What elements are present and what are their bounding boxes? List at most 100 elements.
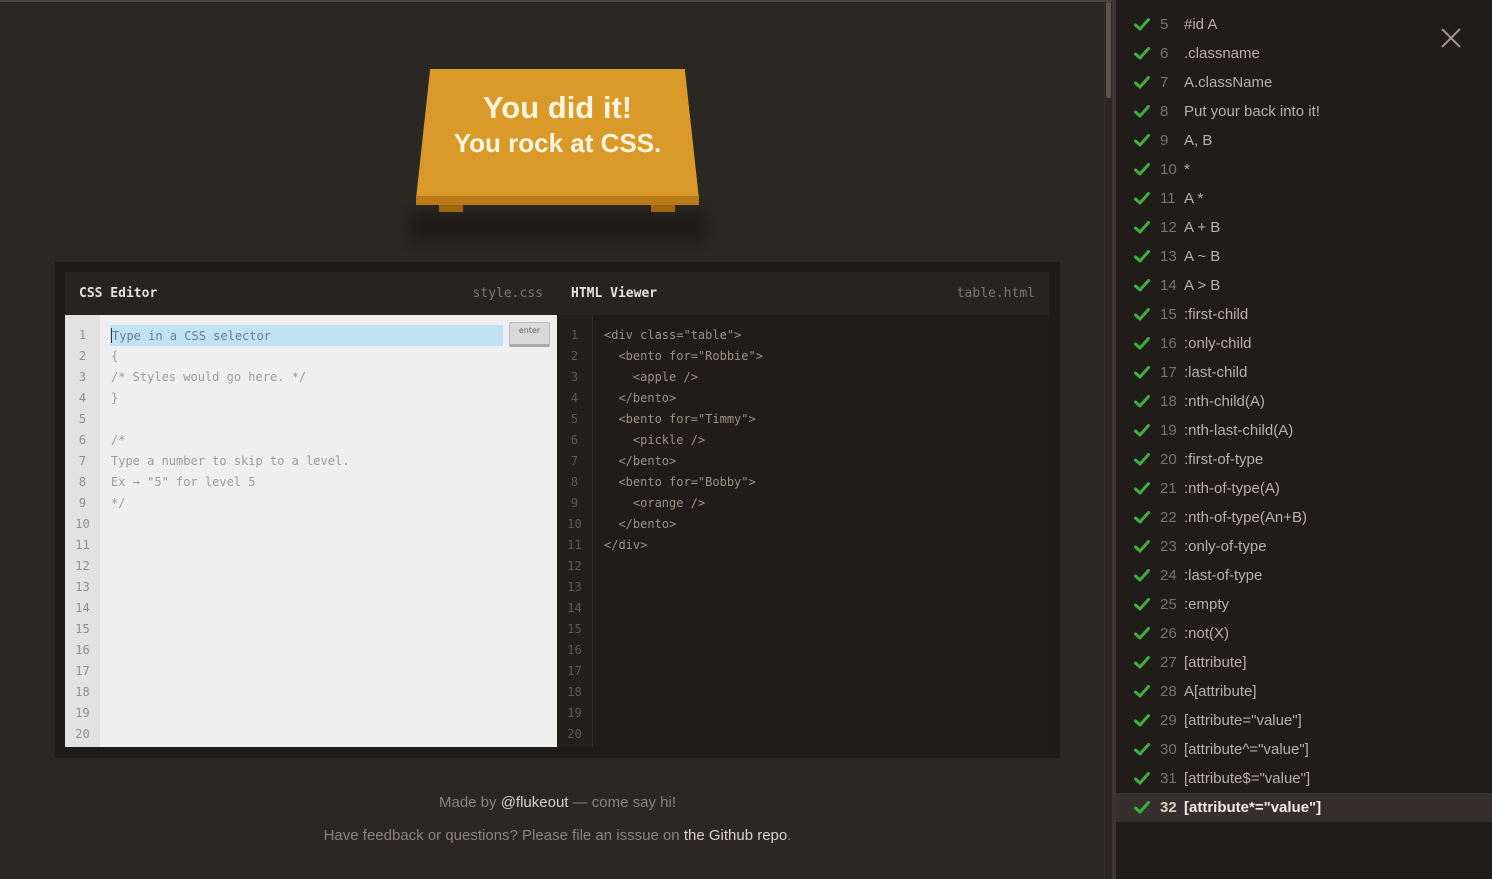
level-item-20[interactable]: 20:first-of-type [1116,445,1492,474]
flukeout-link[interactable]: @flukeout [501,794,569,811]
level-name: A.className [1184,74,1273,91]
level-item-13[interactable]: 13 A ~ B [1116,242,1492,271]
level-item-14[interactable]: 14 A > B [1116,271,1492,300]
line-number: 16 [75,643,90,657]
level-item-16[interactable]: 16:only-child [1116,329,1492,358]
level-item-24[interactable]: 24:last-of-type [1116,561,1492,590]
level-item-6[interactable]: 6 .classname [1116,39,1492,68]
line-number: 13 [75,580,90,594]
check-icon [1134,764,1152,793]
line-number: 15 [567,622,582,636]
html-line-numbers: 1 2 3 4 5 6 7 8 9 10 11 12 13 14 15 16 17 18 19 20 [557,315,593,747]
close-icon[interactable] [1438,25,1464,51]
check-icon [1134,619,1152,648]
level-item-30[interactable]: 30 [attribute^="value"] [1116,735,1492,764]
level-item-29[interactable]: 29 [attribute="value"] [1116,706,1492,735]
check-icon [1134,706,1152,735]
line-number: 11 [567,538,582,552]
code-line: */ [111,496,126,510]
line-number: 13 [567,580,582,594]
level-number: 22 [1160,509,1177,526]
level-item-18[interactable]: 18:nth-child(A) [1116,387,1492,416]
check-icon [1134,445,1152,474]
footer-made-by-suffix: — come say hi! [568,794,676,811]
line-number: 1 [570,328,579,342]
line-number: 2 [78,349,87,363]
line-number: 4 [570,391,579,405]
level-item-10[interactable]: 10 * [1116,155,1492,184]
level-name: :last-of-type [1184,567,1263,584]
css-selector-input[interactable] [110,325,503,346]
level-item-11[interactable]: 11 A * [1116,184,1492,213]
check-icon [1134,561,1152,590]
level-item-27[interactable]: 27 [attribute] [1116,648,1492,677]
footer-feedback-prefix: Have feedback or questions? Please file … [323,827,684,844]
text-cursor [111,328,112,343]
code-line: <div class="table"> [604,328,742,342]
line-number: 4 [78,391,87,405]
html-viewer-pane: 1 2 3 4 5 6 7 8 9 10 11 12 13 14 15 16 17 18 19 20 <div cla… [557,315,1049,747]
check-icon [1134,329,1152,358]
level-item-23[interactable]: 23:only-of-type [1116,532,1492,561]
github-repo-link[interactable]: the Github repo [684,827,787,844]
level-name: :not(X) [1184,625,1230,642]
enter-button[interactable]: enter [509,322,550,347]
level-item-28[interactable]: 28 A[attribute] [1116,677,1492,706]
level-number: 11 [1160,190,1176,207]
check-icon [1134,271,1152,300]
level-item-25[interactable]: 25:empty [1116,590,1492,619]
check-icon [1134,358,1152,387]
level-item-26[interactable]: 26:not(X) [1116,619,1492,648]
level-number: 12 [1160,219,1177,236]
scrollbar-thumb[interactable] [1106,2,1111,98]
level-item-19[interactable]: 19:nth-last-child(A) [1116,416,1492,445]
level-item-8[interactable]: 8 Put your back into it! [1116,97,1492,126]
level-item-17[interactable]: 17:last-child [1116,358,1492,387]
line-number: 12 [75,559,90,573]
table-leg-left [439,205,463,212]
check-icon [1134,10,1152,39]
css-editor-title: CSS Editor [79,286,158,301]
check-icon [1134,300,1152,329]
level-item-5[interactable]: 5 #id A [1116,10,1492,39]
level-sidebar: 5 #id A 6 .classname 7 A.className 8 Put your b… [1112,0,1492,879]
code-line: Ex → "5" for level 5 [111,475,256,489]
line-number: 16 [567,643,582,657]
level-number: 16 [1160,335,1177,352]
line-number: 17 [75,664,90,678]
code-line: /* Styles would go here. */ [111,370,307,384]
level-number: 21 [1160,480,1177,497]
code-line: /* [111,433,126,447]
line-number: 8 [78,475,87,489]
line-number: 18 [75,685,90,699]
level-item-9[interactable]: 9 A, B [1116,126,1492,155]
code-line: </div> [604,538,648,552]
check-icon [1134,213,1152,242]
level-item-22[interactable]: 22:nth-of-type(An+B) [1116,503,1492,532]
check-icon [1134,677,1152,706]
scrollbar-track[interactable] [1104,2,1112,879]
level-item-32[interactable]: 32 [attribute*="value"] [1116,793,1492,822]
code-line: <bento for="Bobby"> [604,475,756,489]
level-number: 28 [1160,683,1177,700]
line-number: 9 [78,496,87,510]
win-title: You did it! [482,90,633,125]
editor: CSS Editor style.css HTML Viewer table.h… [55,262,1060,758]
level-item-31[interactable]: 31 [attribute$="value"] [1116,764,1492,793]
footer-credits: Made by @flukeout — come say hi! [0,794,1115,811]
line-number: 14 [567,601,582,615]
footer-feedback-suffix: . [787,827,792,844]
level-name: A, B [1184,132,1213,149]
level-number: 15 [1160,306,1177,323]
line-number: 19 [567,706,582,720]
level-item-7[interactable]: 7 A.className [1116,68,1492,97]
css-editor-pane: 1 2 3 4 5 6 7 8 9 10 11 12 13 14 15 16 17 18 19 20 {/* Styl… [65,315,557,747]
check-icon [1134,648,1152,677]
level-name: [attribute*="value"] [1184,799,1322,816]
level-item-15[interactable]: 15:first-child [1116,300,1492,329]
level-item-21[interactable]: 21:nth-of-type(A) [1116,474,1492,503]
level-item-12[interactable]: 12 A + B [1116,213,1492,242]
html-viewer-filename: table.html [956,286,1035,301]
level-name: Put your back into it! [1184,103,1320,120]
line-number: 18 [567,685,582,699]
